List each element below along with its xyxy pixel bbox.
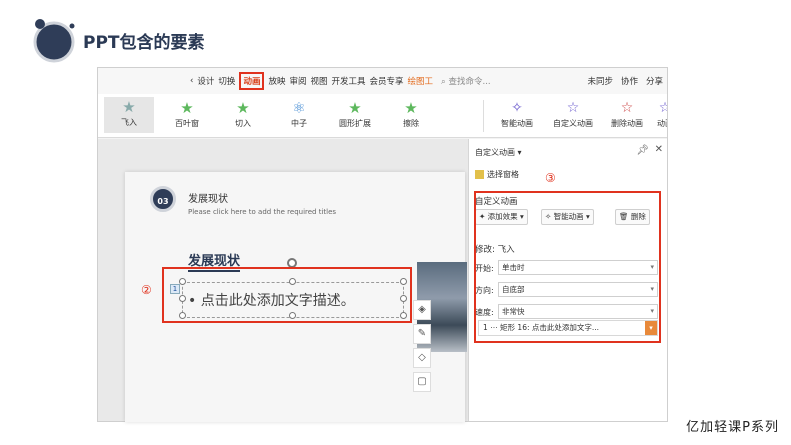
effect-neutron[interactable]: ⚛ 中子 (274, 98, 324, 129)
custom-animation-button[interactable]: ☆ 自定义动画 (548, 98, 598, 129)
sync-status[interactable]: 未同步 (587, 75, 613, 87)
selection-pane-button[interactable]: 选择窗格 (475, 169, 519, 180)
menu-back[interactable]: ‹ (190, 76, 193, 86)
effect-circle[interactable]: ★ 圆形扩展 (330, 98, 380, 129)
selection-pane-icon (475, 170, 484, 179)
star-icon: ☆ (650, 98, 667, 118)
footer-brand: 亿加轻课P系列 (686, 420, 779, 435)
menu-member[interactable]: 会员专享 (370, 75, 404, 87)
menu-animation[interactable]: 动画 (239, 72, 265, 90)
layers-icon[interactable]: ◈ (413, 300, 431, 320)
pin-icon[interactable]: 📌︎ (636, 145, 649, 156)
menu-drawing-tools[interactable]: 绘图工 (408, 75, 434, 87)
ribbon-divider (483, 100, 484, 132)
effect-fly-in[interactable]: ★ 飞入 (104, 97, 154, 133)
star-icon: ★ (348, 99, 362, 117)
section-badge: 03 (150, 186, 176, 212)
effect-blinds[interactable]: ★ 百叶窗 (162, 98, 212, 129)
highlight-box-three (474, 191, 661, 343)
menu-view[interactable]: 视图 (310, 75, 327, 87)
panel-title[interactable]: 自定义动画 ▾ (475, 147, 522, 158)
marker-two: ② (141, 283, 152, 297)
star-outline-icon: ☆ (566, 100, 580, 116)
star-icon: ★ (404, 99, 418, 117)
menu-bar: ‹ 设计 切换 动画 放映 审阅 视图 开发工具 会员专享 绘图工 ⌕ 查找命令… (98, 68, 667, 94)
menu-developer[interactable]: 开发工具 (332, 75, 366, 87)
star-icon: ★ (122, 98, 136, 116)
section-subtitle: Please click here to add the required ti… (188, 208, 337, 216)
effect-cut-in[interactable]: ★ 切入 (218, 98, 268, 129)
collaborate-button[interactable]: 协作 (621, 75, 638, 87)
frame-icon[interactable]: ▢ (413, 372, 431, 392)
slide-title: PPT包含的要素 (83, 33, 205, 53)
share-button[interactable]: 分享 (646, 75, 663, 87)
pen-icon[interactable]: ✎ (413, 324, 431, 344)
marker-three: ③ (545, 171, 556, 185)
section-title: 发展现状 (188, 194, 228, 205)
highlight-box-two (162, 267, 412, 323)
floating-toolbar: ◈ ✎ ◇ ▢ (413, 300, 431, 392)
smart-star-icon: ✧ (511, 100, 523, 116)
presentation-logo-icon (33, 19, 75, 63)
menu-design[interactable]: 设计 (197, 75, 214, 87)
menubar-right: 未同步 协作 分享 (587, 68, 663, 94)
menu-review[interactable]: 审阅 (289, 75, 306, 87)
custom-animation-panel: 自定义动画 ▾ 📌︎ ✕ 选择窗格 自定义动画 ✦ 添加效果 ▾ ✧ 智能动画 … (468, 139, 667, 421)
search-icon: ⌕ (441, 77, 449, 87)
atom-icon: ⚛ (292, 99, 306, 117)
shape-fill-icon[interactable]: ◇ (413, 348, 431, 368)
animation-ribbon: ★ 飞入 ★ 百叶窗 ★ 切入 ⚛ 中子 ★ 圆形扩展 ★ 擦除 ✧ 智能动画 ☆ 自定义动画 … (98, 94, 667, 138)
animation-more-button[interactable]: ☆动画 (650, 98, 667, 129)
smart-animation-button[interactable]: ✧ 智能动画 (492, 98, 542, 129)
search-command[interactable]: ⌕ 查找命令... (441, 75, 491, 87)
star-delete-icon: ☆ (620, 100, 634, 116)
close-icon[interactable]: ✕ (655, 144, 663, 155)
delete-animation-button[interactable]: ☆ 删除动画 (602, 98, 652, 129)
effect-wipe[interactable]: ★ 擦除 (386, 98, 436, 129)
star-icon: ★ (236, 99, 250, 117)
menu-slideshow[interactable]: 放映 (268, 75, 285, 87)
star-icon: ★ (180, 99, 194, 117)
menu-transition[interactable]: 切换 (218, 75, 235, 87)
